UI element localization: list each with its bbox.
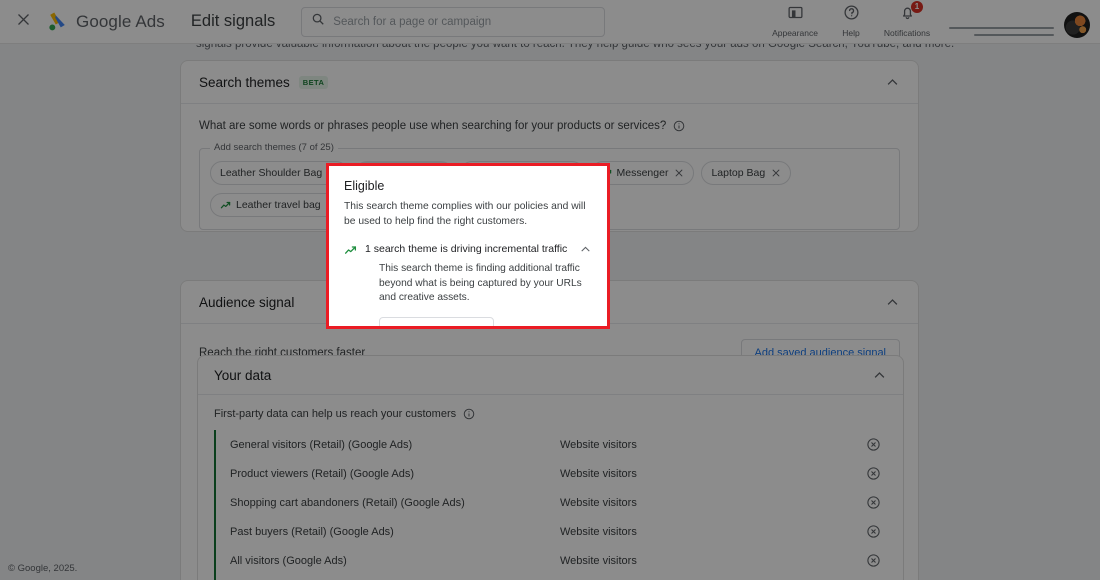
chevron-up-icon bbox=[885, 75, 900, 90]
audience-signal-title: Audience signal bbox=[199, 295, 294, 310]
search-input[interactable] bbox=[333, 16, 595, 28]
search-themes-legend: Add search themes (7 of 25) bbox=[210, 142, 338, 153]
remove-data-row-button[interactable] bbox=[866, 495, 881, 510]
trending-up-icon bbox=[344, 244, 357, 257]
brand-text: Google Ads bbox=[76, 12, 165, 32]
appearance-button[interactable]: Appearance bbox=[767, 4, 823, 40]
your-data-row: General visitors (Retail) (Google Ads)We… bbox=[216, 430, 887, 459]
search-theme-chip-label: Messenger bbox=[617, 167, 669, 179]
popup-insight-collapse-button[interactable] bbox=[579, 243, 592, 256]
search-themes-title: Search themes bbox=[199, 75, 290, 90]
brand-google: Google bbox=[76, 12, 131, 31]
google-ads-logo[interactable]: Google Ads bbox=[46, 10, 165, 33]
your-data-row-type: Website visitors bbox=[560, 439, 866, 451]
search-icon bbox=[311, 12, 325, 31]
edit-search-theme-button[interactable]: Edit search theme bbox=[379, 317, 494, 329]
your-data-subtitle: First-party data can help us reach your … bbox=[214, 408, 456, 420]
remove-circle-icon bbox=[866, 437, 881, 452]
search-themes-question-text: What are some words or phrases people us… bbox=[199, 120, 666, 132]
search-theme-chip-label: Laptop Bag bbox=[711, 167, 765, 179]
remove-data-row-button[interactable] bbox=[866, 437, 881, 452]
eligible-status-popup: Eligible This search theme complies with… bbox=[326, 163, 610, 329]
popup-description: This search theme complies with our poli… bbox=[344, 200, 592, 230]
chevron-up-icon bbox=[872, 368, 887, 383]
your-data-row: Shopping cart abandoners (Retail) (Googl… bbox=[216, 488, 887, 517]
your-data-row-name: Shopping cart abandoners (Retail) (Googl… bbox=[230, 497, 560, 509]
chevron-up-icon bbox=[885, 295, 900, 310]
global-search[interactable] bbox=[301, 7, 605, 37]
google-ads-mark-icon bbox=[46, 10, 69, 33]
search-themes-header: Search themes BETA bbox=[181, 61, 918, 103]
your-data-row-name: All visitors (Google Ads) bbox=[230, 555, 560, 567]
search-theme-chip-label: Leather Shoulder Bag bbox=[220, 167, 322, 179]
chevron-up-icon bbox=[579, 243, 592, 256]
remove-chip-icon[interactable] bbox=[674, 168, 684, 178]
your-data-row: All visitors (Google Ads)Website visitor… bbox=[216, 546, 887, 575]
notifications-label: Notifications bbox=[884, 28, 930, 38]
your-data-row-name: Past buyers (Retail) (Google Ads) bbox=[230, 526, 560, 538]
header-actions: Appearance Help bbox=[767, 4, 1100, 40]
close-button[interactable] bbox=[8, 7, 38, 37]
popup-insight-title: 1 search theme is driving incremental tr… bbox=[365, 243, 567, 255]
popup-insight-row[interactable]: 1 search theme is driving incremental tr… bbox=[344, 243, 592, 257]
appearance-label: Appearance bbox=[772, 28, 818, 38]
your-data-header: Your data bbox=[198, 356, 903, 394]
your-data-subtitle-row: First-party data can help us reach your … bbox=[198, 395, 903, 420]
remove-circle-icon bbox=[866, 553, 881, 568]
search-themes-collapse-button[interactable] bbox=[885, 75, 900, 90]
your-data-card: Your data First-party data can help us r… bbox=[197, 355, 904, 580]
trending-up-icon bbox=[220, 200, 231, 211]
remove-data-row-button[interactable] bbox=[866, 553, 881, 568]
help-icon bbox=[843, 4, 860, 26]
your-data-row: Shopify Audiences - Prospecting SeedCust… bbox=[216, 575, 887, 580]
remove-circle-icon bbox=[866, 524, 881, 539]
background-cut-text: signals provide valuable information abo… bbox=[196, 44, 896, 50]
info-icon[interactable] bbox=[463, 408, 475, 420]
remove-data-row-button[interactable] bbox=[866, 466, 881, 481]
remove-chip-icon[interactable] bbox=[771, 168, 781, 178]
your-data-title: Your data bbox=[214, 368, 271, 383]
your-data-list: General visitors (Retail) (Google Ads)We… bbox=[214, 430, 887, 580]
popup-insight-description: This search theme is finding additional … bbox=[379, 262, 597, 306]
app-header: Google Ads Edit signals Ap bbox=[0, 0, 1100, 44]
brand-ads: Ads bbox=[135, 12, 165, 31]
your-data-row-name: Product viewers (Retail) (Google Ads) bbox=[230, 468, 560, 480]
search-theme-chip-label: Leather travel bag bbox=[236, 199, 321, 211]
close-icon bbox=[16, 12, 31, 32]
your-data-row-type: Website visitors bbox=[560, 555, 866, 567]
your-data-row-type: Website visitors bbox=[560, 468, 866, 480]
search-themes-question: What are some words or phrases people us… bbox=[181, 104, 918, 132]
help-label: Help bbox=[842, 28, 859, 38]
popup-title: Eligible bbox=[344, 179, 592, 193]
remove-data-row-button[interactable] bbox=[866, 524, 881, 539]
appearance-icon bbox=[787, 4, 804, 26]
footer-copyright: © Google, 2025. bbox=[8, 563, 77, 574]
info-icon[interactable] bbox=[673, 120, 685, 132]
remove-circle-icon bbox=[866, 466, 881, 481]
your-data-row-name: General visitors (Retail) (Google Ads) bbox=[230, 439, 560, 451]
your-data-collapse-button[interactable] bbox=[872, 368, 887, 383]
your-data-row: Past buyers (Retail) (Google Ads)Website… bbox=[216, 517, 887, 546]
audience-signal-collapse-button[interactable] bbox=[885, 295, 900, 310]
notifications-button[interactable]: 1 Notifications bbox=[879, 4, 935, 40]
avatar[interactable] bbox=[1064, 12, 1090, 38]
notifications-badge: 1 bbox=[911, 1, 923, 13]
page-title: Edit signals bbox=[191, 12, 275, 31]
help-button[interactable]: Help bbox=[823, 4, 879, 40]
your-data-row-type: Website visitors bbox=[560, 526, 866, 538]
your-data-row: Product viewers (Retail) (Google Ads)Web… bbox=[216, 459, 887, 488]
account-placeholder-lines bbox=[949, 27, 1054, 36]
search-theme-chip[interactable]: Laptop Bag bbox=[701, 161, 791, 185]
remove-circle-icon bbox=[866, 495, 881, 510]
beta-badge: BETA bbox=[299, 76, 328, 89]
your-data-row-type: Website visitors bbox=[560, 497, 866, 509]
